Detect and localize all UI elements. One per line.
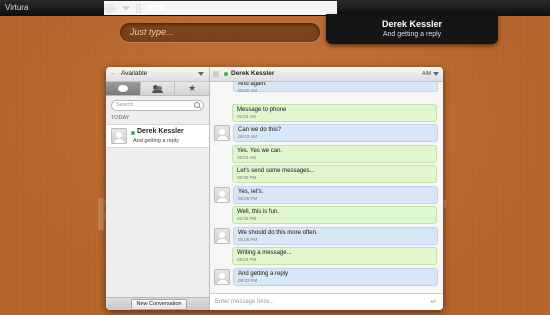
message-text: And again. <box>238 82 267 87</box>
message-row: Well, this is fun. 05:06 PM <box>210 205 443 226</box>
notification-title: Derek Kessler <box>381 19 443 29</box>
message-text: Can we do this? <box>238 127 282 133</box>
avatar <box>214 186 230 203</box>
service-label[interactable]: AIM <box>422 67 431 81</box>
message-row: Yes, let's. 05:05 PM <box>210 185 443 206</box>
message-timestamp: 05:04 AM <box>237 154 257 160</box>
search-input[interactable]: Search <box>111 100 204 111</box>
outgoing-message-bubble[interactable]: Yes. Yes we can. 05:04 AM <box>232 144 437 163</box>
app-name[interactable]: Virtura <box>5 3 28 12</box>
message-timestamp: 09:23 PM <box>238 277 258 283</box>
status-bar-right: 9:26 <box>104 1 337 15</box>
tab-favorites[interactable]: ★ <box>175 82 210 95</box>
message-timestamp: 09:23 PM <box>237 257 257 262</box>
message-text: Writing a message... <box>237 250 292 256</box>
pane-tabs: ★ <box>106 82 210 96</box>
message-input[interactable]: Enter message here... <box>215 294 274 310</box>
outgoing-message-bubble[interactable]: Message to phone 05:03 AM <box>232 103 437 122</box>
buddy-list-pane: ← Available ★ Search TODAY Derek Kessler… <box>106 67 210 310</box>
compose-area: Enter message here... ↵ <box>210 293 443 310</box>
conversation-name: Derek Kessler <box>137 128 184 135</box>
message-row: We should do this more often. 05:06 PM <box>210 226 443 247</box>
drag-handle-icon[interactable] <box>213 71 219 77</box>
arrow-left-icon: ← <box>110 70 117 77</box>
message-timestamp: 05:05 PM <box>237 175 257 180</box>
incoming-message-bubble[interactable]: And getting a reply 09:23 PM <box>233 267 438 286</box>
conversation-preview: And getting a reply <box>133 138 179 144</box>
message-timestamp: 05:03 AM <box>238 134 258 139</box>
avatar <box>214 227 230 244</box>
message-text: And getting a reply <box>238 270 289 277</box>
messaging-card: ← Available ★ Search TODAY Derek Kessler… <box>106 67 443 310</box>
people-icon <box>151 84 163 93</box>
conversation-list-item[interactable]: Derek Kessler And getting a reply <box>106 124 209 148</box>
message-row: Yes. Yes we can. 05:04 AM <box>210 144 443 165</box>
availability-selector[interactable]: ← Available <box>106 67 209 82</box>
message-row: Can we do this? 05:03 AM <box>210 123 443 144</box>
incoming-message-bubble[interactable]: We should do this more often. 05:06 PM <box>233 226 438 245</box>
message-text: Yes. Yes we can. <box>237 147 283 154</box>
avatar <box>111 128 127 144</box>
message-timestamp: 05:06 PM <box>238 236 258 242</box>
message-row: And getting a reply 09:23 PM <box>210 267 443 288</box>
tab-buddies[interactable] <box>140 82 176 95</box>
message-timestamp: 05:06 PM <box>237 216 257 221</box>
chevron-down-icon[interactable] <box>433 72 439 76</box>
chevron-down-icon[interactable] <box>122 5 130 11</box>
outgoing-message-bubble[interactable]: Let's send some messages... 05:05 PM <box>232 165 437 183</box>
section-header: TODAY <box>111 115 130 121</box>
message-timestamp: 05:05 PM <box>238 195 258 201</box>
message-timestamp: 05:02 AM <box>238 88 258 93</box>
message-row: Message to phone 05:03 AM <box>210 103 443 124</box>
chat-notification-icon[interactable] <box>104 3 116 15</box>
message-text: Well, this is fun. <box>237 209 279 215</box>
incoming-message-bubble[interactable]: And again. 05:02 AM <box>233 82 438 93</box>
notification-banner[interactable]: Derek Kessler And getting a reply <box>326 14 498 44</box>
search-placeholder: Search <box>116 102 134 108</box>
message-text: Message to phone <box>237 106 287 113</box>
notification-subtitle: And getting a reply <box>382 31 442 38</box>
online-status-icon <box>224 72 228 76</box>
availability-label: Available <box>120 70 148 77</box>
chevron-down-icon <box>198 72 204 76</box>
message-row: Writing a message... 09:23 PM <box>210 246 443 267</box>
battery-icon <box>136 3 141 13</box>
new-conversation-button[interactable]: New Conversation <box>131 299 187 310</box>
avatar <box>214 125 230 141</box>
conversation-title: Derek Kessler <box>231 70 275 77</box>
incoming-message-bubble[interactable]: Yes, let's. 05:05 PM <box>233 185 438 204</box>
message-text: Yes, let's. <box>238 188 264 195</box>
outgoing-message-bubble[interactable]: Well, this is fun. 05:06 PM <box>232 206 437 224</box>
just-type-field[interactable]: Just type... <box>120 23 320 42</box>
message-row: Let's send some messages... 05:05 PM <box>210 164 443 185</box>
search-icon <box>194 102 200 108</box>
left-footer: New Conversation <box>106 297 209 310</box>
message-timestamp: 05:03 AM <box>237 113 257 119</box>
outgoing-message-bubble[interactable]: Writing a message... 09:23 PM <box>232 247 437 265</box>
chat-bubble-icon <box>117 85 128 92</box>
enter-icon[interactable]: ↵ <box>430 297 437 306</box>
incoming-message-bubble[interactable]: Can we do this? 05:03 AM <box>233 124 438 142</box>
message-text: Let's send some messages... <box>237 168 315 174</box>
star-icon: ★ <box>188 83 197 93</box>
message-list[interactable]: And again. 05:02 AM Message to phone 05:03 … <box>210 82 443 295</box>
clock[interactable]: 9:26 <box>147 3 165 13</box>
message-text: We should do this more often. <box>238 229 318 236</box>
online-status-icon <box>131 131 135 135</box>
avatar <box>214 268 230 285</box>
tab-conversations[interactable] <box>106 82 141 95</box>
conversation-pane: Derek Kessler AIM And again. 05:02 AM Mess… <box>210 67 443 310</box>
conversation-header: Derek Kessler AIM <box>210 67 443 82</box>
message-row: And again. 05:02 AM <box>210 82 443 103</box>
